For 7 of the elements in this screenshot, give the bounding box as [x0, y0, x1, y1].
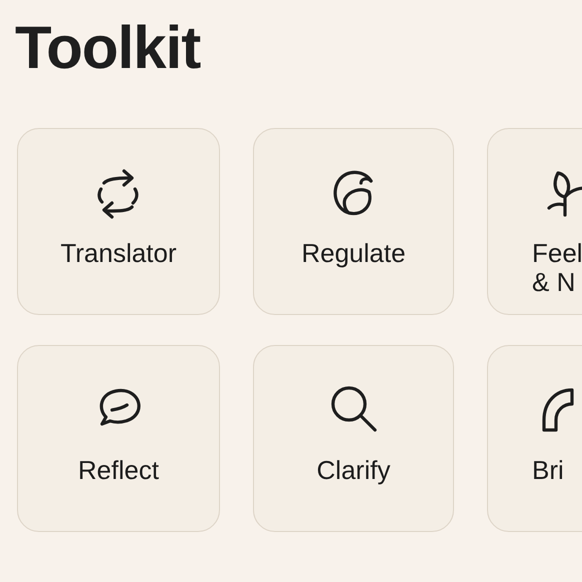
tool-card[interactable]: Reflect [17, 345, 220, 532]
tool-card[interactable]: Translator [17, 128, 220, 315]
tool-card[interactable]: Regulate [253, 128, 454, 315]
page-title: Toolkit [15, 18, 202, 78]
tool-card[interactable]: Clarify [253, 345, 454, 532]
tool-card[interactable]: Bri [487, 345, 582, 532]
tool-card[interactable]: Feel & N [487, 128, 582, 315]
